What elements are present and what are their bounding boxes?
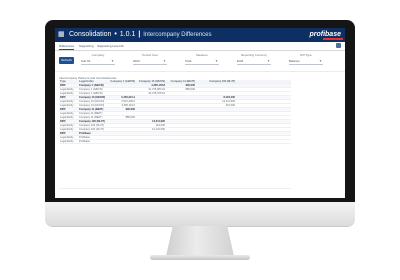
- filter-label: Measure: [196, 53, 208, 57]
- tab-supporting[interactable]: Supporting: [79, 43, 94, 49]
- monitor-chin: [45, 202, 355, 226]
- app-screen: ▦ Consolidation • 1.0.1 | Intercompany D…: [55, 28, 345, 198]
- selected-value: Sub 01: [81, 59, 91, 63]
- table-cell: [167, 140, 195, 144]
- brand-underline: [323, 38, 343, 40]
- filter-label: Diff Type: [300, 53, 312, 57]
- title-separator: •: [114, 31, 117, 38]
- diff-type-select[interactable]: Balance ▼: [289, 58, 323, 65]
- table-row[interactable]: Legal Entity Profibase: [59, 140, 291, 144]
- product-scene: ▦ Consolidation • 1.0.1 | Intercompany D…: [0, 0, 400, 280]
- table-cell: Legal Entity: [60, 140, 74, 143]
- period-filter[interactable]: Period Year 2023 ▼: [133, 53, 167, 68]
- settings-icon[interactable]: [336, 43, 341, 48]
- refresh-button[interactable]: Refresh: [59, 57, 74, 64]
- app-subtitle: Intercompany Differences: [143, 32, 212, 38]
- chevron-down-icon: ▼: [319, 59, 322, 63]
- filter-label: Company: [91, 53, 105, 57]
- filter-bar: Refresh Company Sub 01 ▼ Period Year 202…: [55, 51, 345, 72]
- table-cell: Profibase: [79, 140, 90, 143]
- chevron-down-icon: ▼: [215, 59, 218, 63]
- table-cell: [107, 140, 135, 144]
- filter-label: Reporting Currency: [240, 53, 267, 57]
- selected-value: Total: [185, 59, 192, 63]
- measure-select[interactable]: Total ▼: [185, 58, 219, 65]
- diff-type-filter[interactable]: Diff Type Balance ▼: [289, 53, 323, 68]
- company-filter[interactable]: Company Sub 01 ▼: [81, 53, 115, 68]
- table-cell: [137, 140, 165, 144]
- top-app-bar: ▦ Consolidation • 1.0.1 | Intercompany D…: [55, 28, 345, 42]
- monitor-stand-neck: [166, 226, 234, 256]
- chevron-down-icon: ▼: [111, 59, 114, 63]
- app-name: Consolidation: [69, 31, 112, 38]
- chevron-down-icon: ▼: [267, 59, 270, 63]
- chevron-down-icon: ▼: [163, 59, 166, 63]
- currency-filter[interactable]: Reporting Currency EUR ▼: [237, 53, 271, 68]
- filter-label: Period Year: [142, 53, 158, 57]
- selected-value: EUR: [237, 59, 244, 63]
- title-separator: |: [138, 31, 141, 38]
- tab-supporting-level-2b[interactable]: Supporting Level 2b: [97, 43, 124, 49]
- content-area: Intercompany Partners and Inconsistencie…: [55, 72, 345, 198]
- app-title: Consolidation • 1.0.1 | Intercompany Dif…: [69, 30, 212, 40]
- selected-value: Balance: [289, 59, 300, 63]
- tab-differences[interactable]: Differences: [59, 43, 75, 50]
- differences-table: Type Legal Entity Company 1 (AB/CN) Comp…: [59, 80, 291, 144]
- monitor-stand-base: [150, 255, 250, 260]
- table-cell: [197, 140, 235, 144]
- measure-filter[interactable]: Measure Total ▼: [185, 53, 219, 68]
- selected-value: 2023: [133, 59, 140, 63]
- app-version: 1.0.1: [119, 31, 136, 38]
- grid-icon[interactable]: ▦: [58, 31, 65, 38]
- company-select[interactable]: Sub 01 ▼: [81, 58, 115, 65]
- table-divider: [59, 188, 291, 189]
- currency-select[interactable]: EUR ▼: [237, 58, 271, 65]
- period-select[interactable]: 2023 ▼: [133, 58, 167, 65]
- tab-bar: Differences Supporting Supporting Level …: [55, 42, 345, 51]
